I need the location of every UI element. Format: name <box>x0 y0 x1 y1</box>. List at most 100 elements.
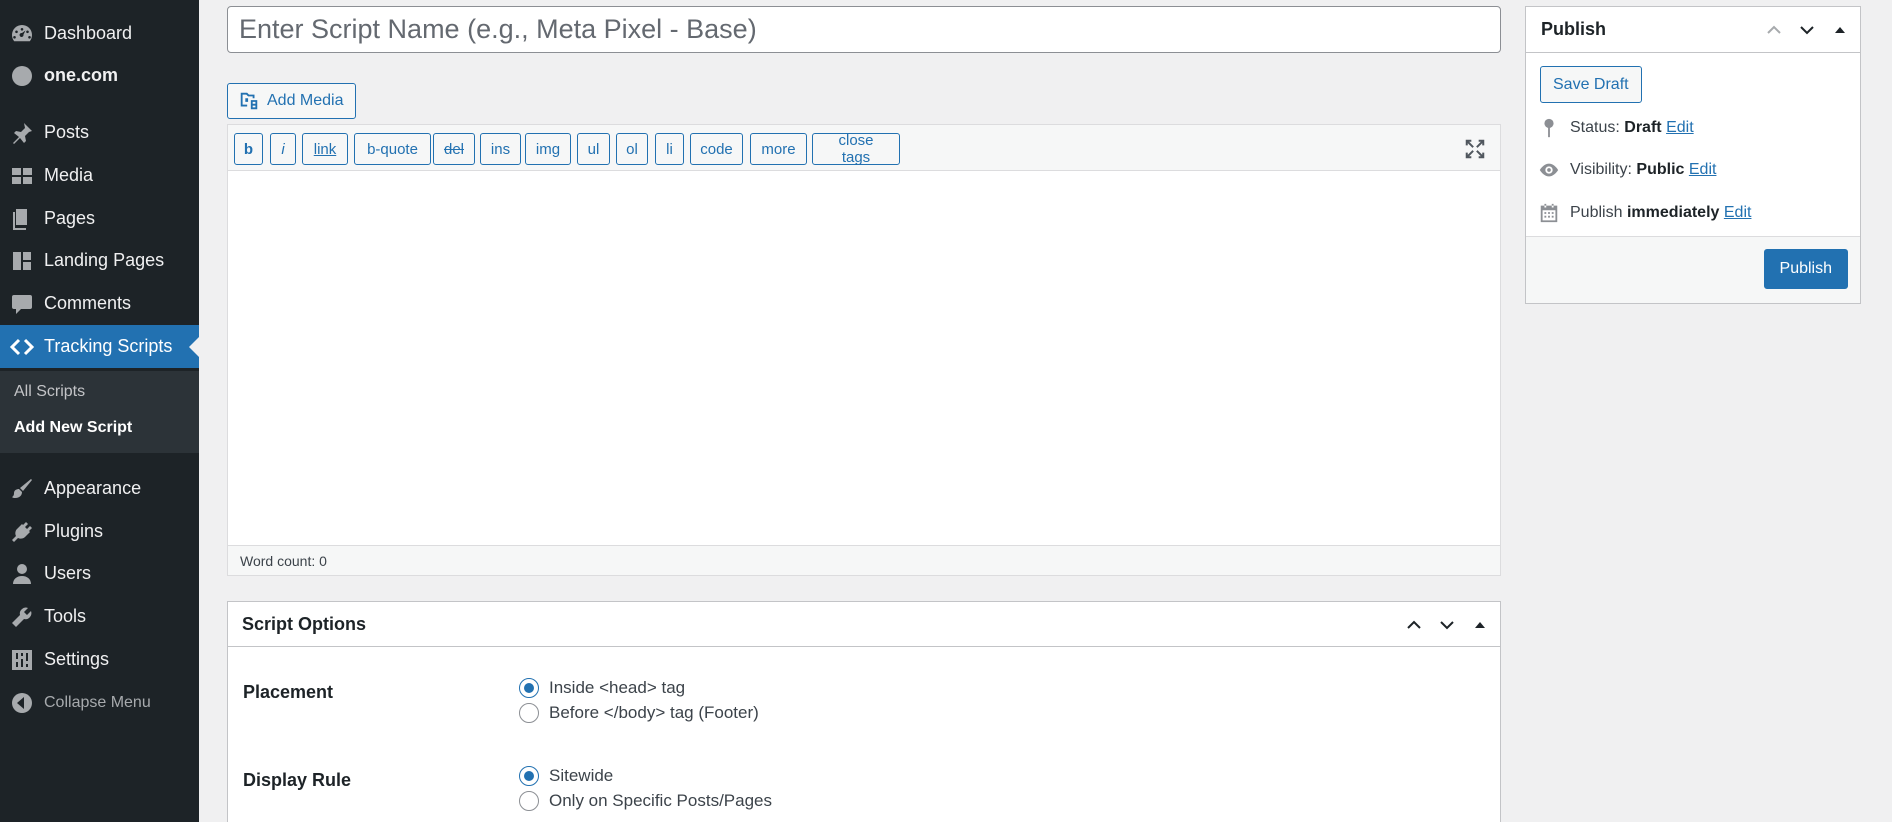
menu-item-tracking-scripts[interactable]: Tracking Scripts <box>0 325 199 368</box>
save-draft-button[interactable]: Save Draft <box>1540 66 1642 103</box>
radio-button[interactable] <box>519 791 539 811</box>
qt-italic-button[interactable]: i <box>270 133 296 165</box>
qt-img-button[interactable]: img <box>525 133 571 165</box>
menu-item-dashboard[interactable]: Dashboard <box>0 12 199 55</box>
menu-item-posts[interactable]: Posts <box>0 111 199 154</box>
qt-ol-button[interactable]: ol <box>616 133 648 165</box>
submenu-all-scripts[interactable]: All Scripts <box>14 383 85 401</box>
status-text: Status: Draft Edit <box>1570 119 1694 137</box>
layout-icon <box>0 249 44 273</box>
edit-visibility-link[interactable]: Edit <box>1689 161 1717 178</box>
menu-item-media[interactable]: Media <box>0 154 199 197</box>
collapse-menu-button[interactable]: Collapse Menu <box>0 681 199 724</box>
radio-label: Before </body> tag (Footer) <box>549 703 759 722</box>
publish-header: Publish <box>1526 7 1860 53</box>
radio-label: Only on Specific Posts/Pages <box>549 791 773 810</box>
qt-code-button[interactable]: code <box>690 133 743 165</box>
status-value: Draft <box>1624 119 1662 136</box>
fullscreen-icon[interactable] <box>1464 138 1486 160</box>
qt-ul-button[interactable]: ul <box>577 133 610 165</box>
menu-item-one-com[interactable]: one.com <box>0 54 199 97</box>
menu-item-plugins[interactable]: Plugins <box>0 510 199 553</box>
qt-bold-button[interactable]: b <box>234 133 263 165</box>
menu-item-landing-pages[interactable]: Landing Pages <box>0 239 199 282</box>
menu-item-label: Settings <box>44 649 110 669</box>
visibility-label: Visibility: <box>1570 161 1632 178</box>
menu-item-label: Landing Pages <box>44 250 165 270</box>
chevron-down-icon <box>1799 25 1814 34</box>
calendar-icon <box>1540 203 1558 223</box>
quicktags-toolbar: b i link b-quote del ins img ul ol li co… <box>228 125 1500 171</box>
edit-status-link[interactable]: Edit <box>1666 119 1694 136</box>
chevron-up-icon <box>1766 25 1781 34</box>
user-icon <box>0 562 44 586</box>
triangle-up-icon <box>1834 26 1845 33</box>
menu-item-label: Plugins <box>44 521 104 541</box>
code-icon <box>0 335 44 359</box>
menu-item-label: Tools <box>44 606 87 626</box>
menu-item-comments[interactable]: Comments <box>0 282 199 325</box>
dashboard-icon <box>0 22 44 46</box>
menu-item-pages[interactable]: Pages <box>0 197 199 240</box>
publish-button[interactable]: Publish <box>1763 249 1848 289</box>
placement-option-footer[interactable]: Before </body> tag (Footer) <box>519 703 759 723</box>
comment-icon <box>0 292 44 316</box>
publish-box: Publish Save Draft Status: Draft Edit Vi… <box>1525 6 1861 304</box>
radio-button[interactable] <box>519 703 539 723</box>
qt-ins-button[interactable]: ins <box>480 133 521 165</box>
script-options-header: Script Options <box>228 602 1500 647</box>
display-rule-option-sitewide[interactable]: Sitewide <box>519 766 613 786</box>
script-options-handle-actions <box>1397 602 1496 647</box>
editor-textarea[interactable] <box>228 171 1500 545</box>
menu-item-settings[interactable]: Settings <box>0 638 199 681</box>
menu-item-label: Dashboard <box>44 23 133 43</box>
add-media-button[interactable]: Add Media <box>227 83 356 119</box>
move-up-button[interactable] <box>1397 602 1430 647</box>
placement-option-head[interactable]: Inside <head> tag <box>519 678 685 698</box>
visibility-text: Visibility: Public Edit <box>1570 161 1716 179</box>
submenu-add-new-script[interactable]: Add New Script <box>14 419 132 437</box>
qt-link-button[interactable]: link <box>302 133 348 165</box>
script-name-input[interactable] <box>227 6 1501 53</box>
menu-item-label: Posts <box>44 122 90 142</box>
qt-li-button[interactable]: li <box>655 133 684 165</box>
pages-icon <box>0 207 44 231</box>
publish-title: Publish <box>1541 19 1607 39</box>
qt-del-button[interactable]: del <box>433 133 475 165</box>
display-rule-label: Display Rule <box>243 770 352 790</box>
brush-icon <box>0 477 44 501</box>
radio-button[interactable] <box>519 766 539 786</box>
menu-item-tools[interactable]: Tools <box>0 595 199 638</box>
admin-sidebar: Dashboard one.com Posts Media Pages Land… <box>0 0 199 822</box>
media-icon <box>0 164 44 188</box>
menu-item-users[interactable]: Users <box>0 552 199 595</box>
menu-item-label: Collapse Menu <box>44 693 151 711</box>
collapse-icon <box>0 691 44 715</box>
qt-bquote-button[interactable]: b-quote <box>354 133 431 165</box>
display-rule-option-specific[interactable]: Only on Specific Posts/Pages <box>519 791 772 811</box>
visibility-value: Public <box>1636 161 1685 178</box>
publishing-actions: Publish <box>1526 236 1860 303</box>
qt-more-button[interactable]: more <box>750 133 807 165</box>
move-down-button[interactable] <box>1430 602 1463 647</box>
menu-item-label: Tracking Scripts <box>44 336 173 356</box>
qt-close-tags-button[interactable]: close tags <box>812 132 900 166</box>
script-options-box: Script Options Placement Inside <head> t… <box>227 601 1501 822</box>
pin-icon <box>0 121 44 145</box>
code-editor: b i link b-quote del ins img ul ol li co… <box>227 124 1501 576</box>
schedule-value: immediately <box>1626 204 1720 221</box>
radio-button[interactable] <box>519 678 539 698</box>
menu-item-label: Comments <box>44 293 132 313</box>
move-down-button[interactable] <box>1790 7 1823 52</box>
edit-schedule-link[interactable]: Edit <box>1724 204 1752 221</box>
menu-item-label: Users <box>44 563 92 583</box>
schedule-text: Publish immediately Edit <box>1570 204 1751 222</box>
menu-item-appearance[interactable]: Appearance <box>0 467 199 510</box>
word-count-text: Word count: 0 <box>240 552 327 569</box>
toggle-panel-button[interactable] <box>1463 602 1496 647</box>
menu-item-label: one.com <box>44 65 119 85</box>
toggle-panel-button[interactable] <box>1823 7 1856 52</box>
move-up-button[interactable] <box>1757 7 1790 52</box>
visibility-row: Visibility: Public Edit <box>1538 159 1716 181</box>
status-label: Status: <box>1570 119 1620 136</box>
